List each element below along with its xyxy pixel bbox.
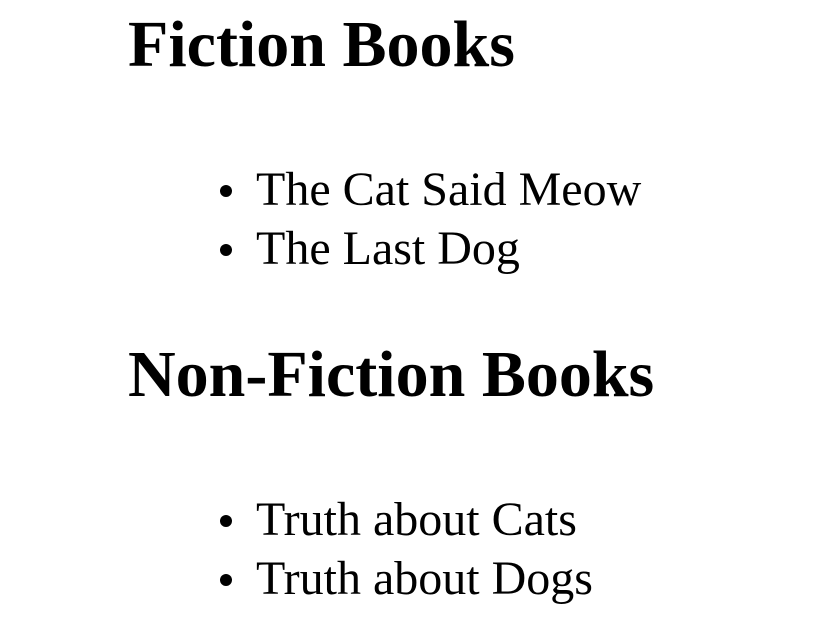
- page: Fiction Books The Cat Said Meow The Last…: [0, 0, 838, 631]
- list-item: The Cat Said Meow: [128, 160, 641, 219]
- list-item: The Last Dog: [128, 219, 641, 278]
- bullet-icon: [220, 515, 232, 527]
- fiction-section: Fiction Books The Cat Said Meow The Last…: [128, 10, 641, 278]
- bullet-icon: [220, 244, 232, 256]
- non-fiction-list: Truth about Cats Truth about Dogs: [128, 490, 654, 608]
- non-fiction-section: Non-Fiction Books Truth about Cats Truth…: [128, 340, 654, 608]
- bullet-icon: [220, 185, 232, 197]
- list-item-label: Truth about Cats: [256, 493, 577, 546]
- fiction-heading: Fiction Books: [128, 8, 515, 81]
- list-item: Truth about Cats: [128, 490, 654, 549]
- list-item-label: The Cat Said Meow: [256, 163, 642, 216]
- fiction-list: The Cat Said Meow The Last Dog: [128, 160, 641, 278]
- bullet-icon: [220, 574, 232, 586]
- non-fiction-heading: Non-Fiction Books: [128, 338, 655, 411]
- list-item-label: Truth about Dogs: [256, 552, 593, 605]
- list-item-label: The Last Dog: [256, 222, 520, 275]
- list-item: Truth about Dogs: [128, 549, 654, 608]
